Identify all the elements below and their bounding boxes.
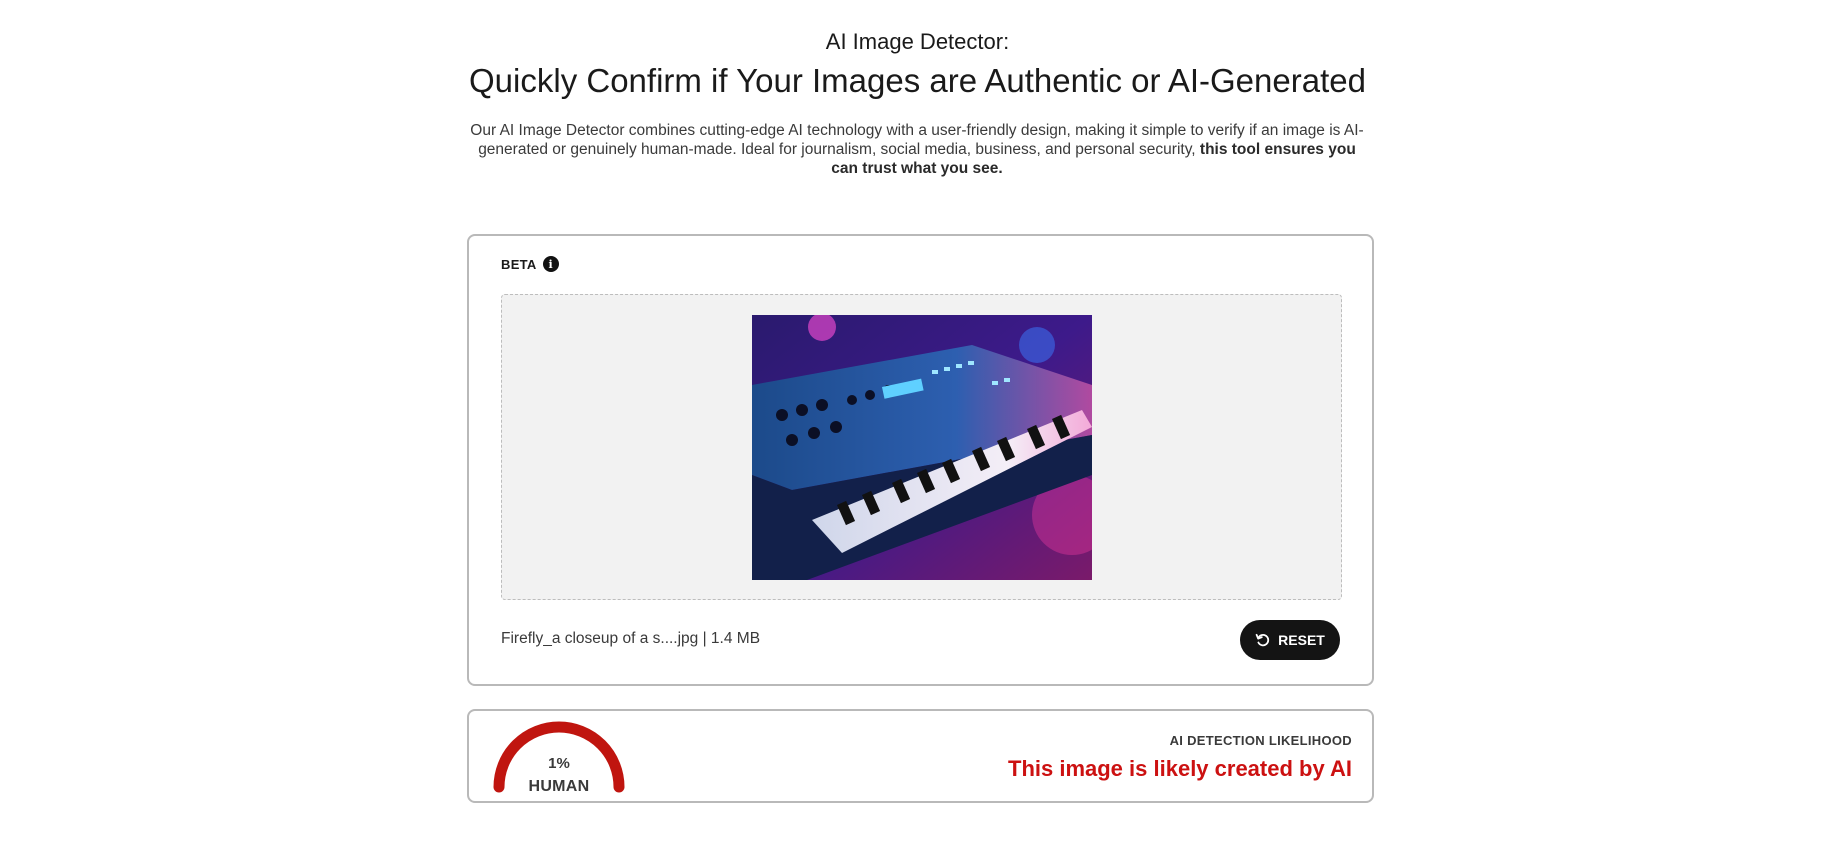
human-gauge: 1% HUMAN bbox=[489, 721, 629, 797]
gauge-label: HUMAN bbox=[528, 778, 590, 795]
page-description: Our AI Image Detector combines cutting-e… bbox=[467, 121, 1367, 178]
likelihood-label: AI DETECTION LIKELIHOOD bbox=[1169, 733, 1352, 748]
info-icon[interactable]: i bbox=[542, 256, 559, 272]
beta-label: BETA bbox=[501, 256, 537, 272]
upload-card: BETA i Firefly_a closeup of a s....jpg |… bbox=[467, 234, 1374, 686]
file-info: Firefly_a closeup of a s....jpg | 1.4 MB bbox=[501, 630, 761, 647]
gauge-percent: 1% bbox=[548, 755, 570, 772]
image-dropzone[interactable] bbox=[501, 294, 1342, 600]
page-title: Quickly Confirm if Your Images are Authe… bbox=[469, 62, 1366, 99]
uploaded-image-preview bbox=[752, 315, 1092, 580]
beta-row: BETA i bbox=[501, 256, 559, 272]
reset-label: RESET bbox=[1278, 632, 1325, 648]
reset-icon bbox=[1255, 633, 1270, 647]
detection-verdict: This image is likely created by AI bbox=[1008, 756, 1352, 781]
synthesizer-image bbox=[752, 315, 1092, 580]
reset-button[interactable]: RESET bbox=[1240, 620, 1340, 660]
page-kicker: AI Image Detector: bbox=[825, 29, 1010, 54]
result-card: 1% HUMAN AI DETECTION LIKELIHOOD This im… bbox=[467, 709, 1374, 803]
